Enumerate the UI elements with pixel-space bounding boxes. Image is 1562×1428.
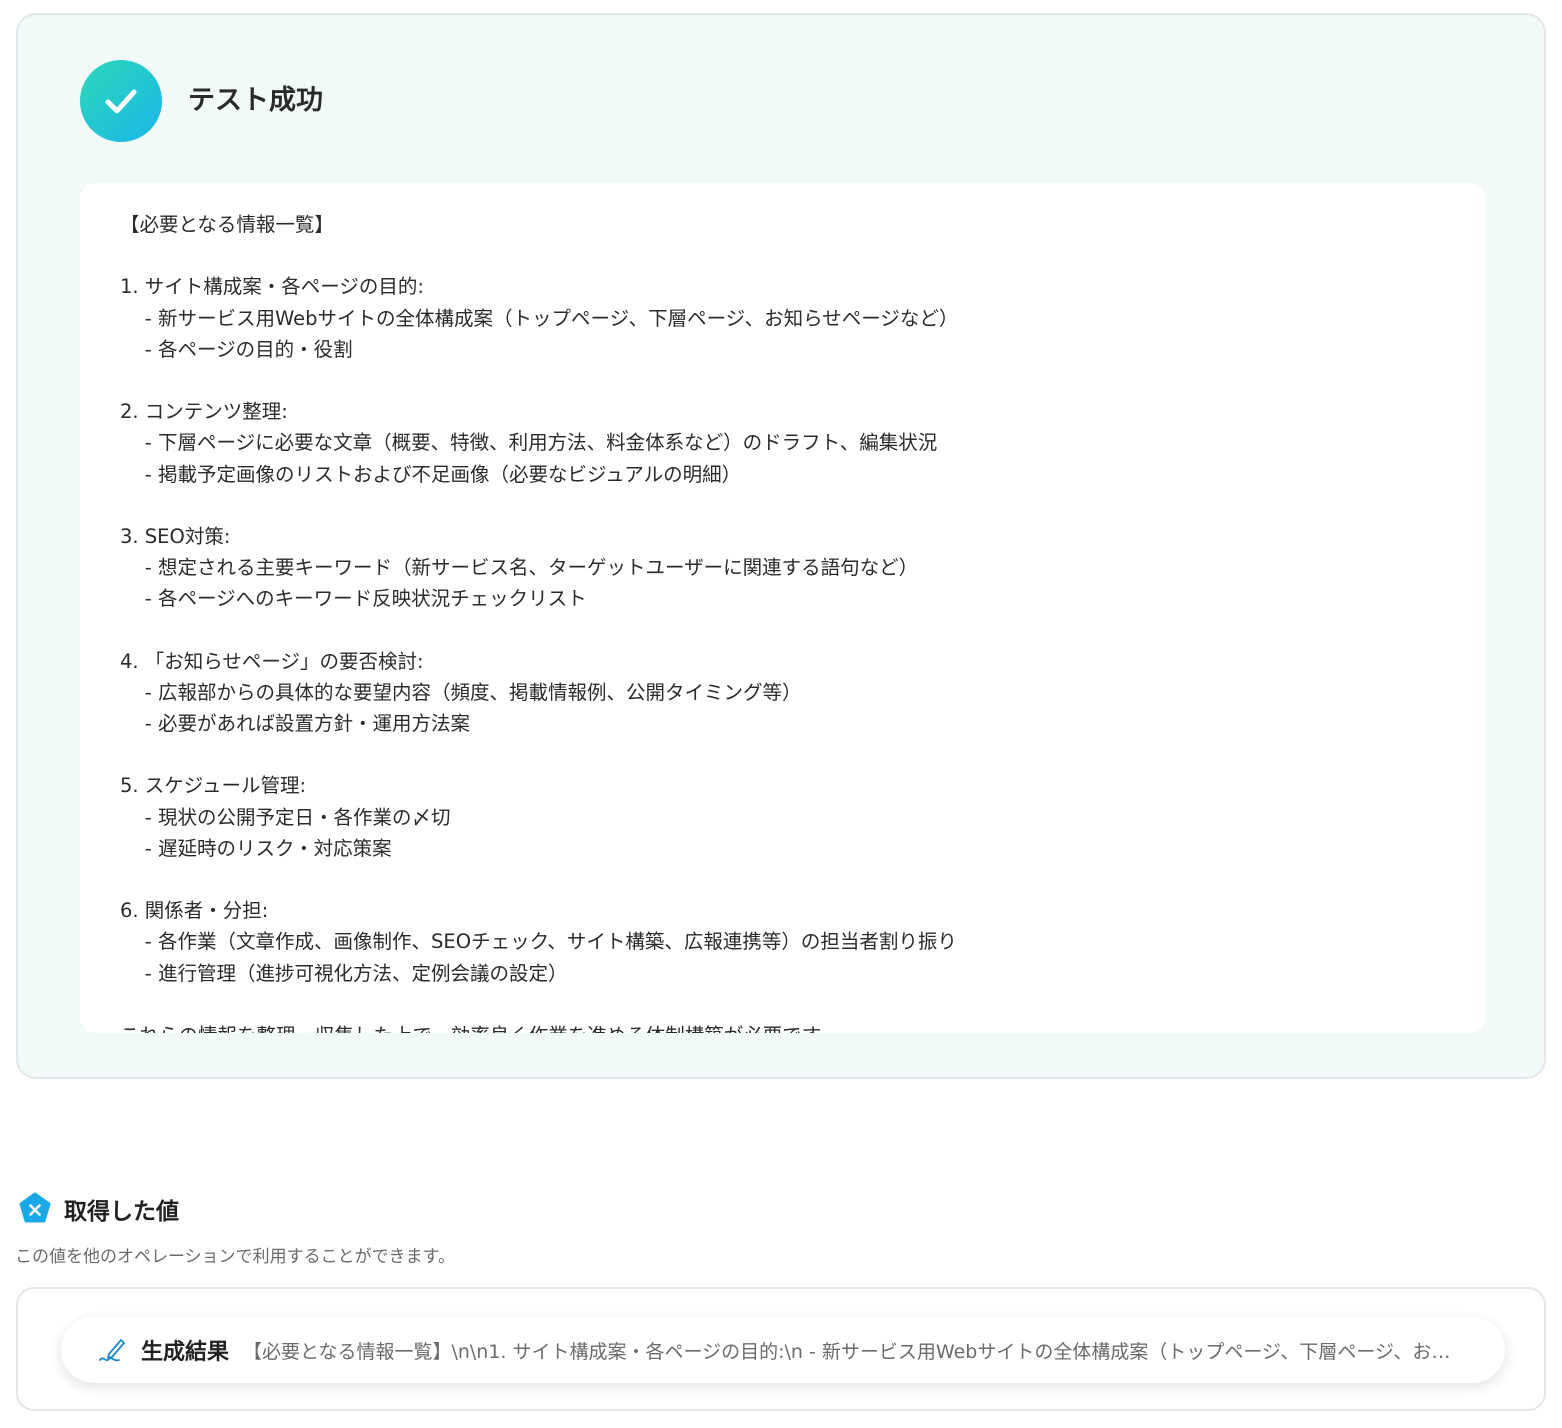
output-line: - 掲載予定画像のリストおよび不足画像（必要なビジュアルの明細）	[120, 462, 742, 486]
output-line: 5. スケジュール管理:	[120, 774, 307, 798]
output-line: これらの情報を整理・収集した上で、効率良く作業を進める体制構築が必要です。	[120, 1020, 1466, 1033]
output-line: 1. サイト構成案・各ページの目的:	[120, 275, 424, 299]
retrieved-values-title: 取得した値	[64, 1199, 179, 1225]
output-line: 【必要となる情報一覧】	[120, 213, 334, 236]
success-check-badge	[80, 60, 162, 142]
value-preview: 【必要となる情報一覧】\n\n1. サイト構成案・各ページの目的:\n - 新サ…	[243, 1340, 1463, 1363]
output-line: - 下層ページに必要な文章（概要、特徴、利用方法、料金体系など）のドラフト、編集…	[120, 431, 938, 455]
output-line: - 広報部からの具体的な要望内容（頻度、掲載情報例、公開タイミング等）	[120, 680, 802, 704]
page: テスト成功 【必要となる情報一覧】 1. サイト構成案・各ページの目的: - 新サ…	[0, 0, 1562, 1428]
test-success-panel: テスト成功 【必要となる情報一覧】 1. サイト構成案・各ページの目的: - 新サ…	[16, 13, 1546, 1079]
output-line: 4. 「お知らせページ」の要否検討:	[120, 649, 424, 673]
output-line: 6. 関係者・分担:	[120, 899, 269, 923]
output-line: - 必要があれば設置方針・運用方法案	[120, 712, 471, 735]
success-title: テスト成功	[188, 85, 323, 116]
output-line: - 新サービス用Webサイトの全体構成案（トップページ、下層ページ、お知らせペー…	[120, 306, 959, 330]
output-line: 3. SEO対策:	[120, 524, 231, 548]
output-line: 2. コンテンツ整理:	[120, 400, 288, 424]
check-icon	[105, 89, 137, 114]
output-line: - 各ページへのキーワード反映状況チェックリスト	[120, 587, 587, 611]
output-line: - 進行管理（進捗可視化方法、定例会議の設定）	[120, 961, 568, 985]
value-chip-generation-result[interactable]: 生成結果 【必要となる情報一覧】\n\n1. サイト構成案・各ページの目的:\n…	[61, 1317, 1505, 1383]
output-line: - 現状の公開予定日・各作業の〆切	[120, 805, 451, 829]
output-text-box[interactable]: 【必要となる情報一覧】 1. サイト構成案・各ページの目的: - 新サービス用We…	[80, 183, 1486, 1033]
variable-x-icon	[19, 1192, 51, 1223]
retrieved-values-description: この値を他のオペレーションで利用することができます。	[15, 1247, 455, 1267]
output-text: 【必要となる情報一覧】 1. サイト構成案・各ページの目的: - 新サービス用We…	[120, 209, 1466, 1033]
output-line: - 各作業（文章作成、画像制作、SEOチェック、サイト構築、広報連携等）の担当者…	[120, 930, 957, 954]
output-line: - 想定される主要キーワード（新サービス名、ターゲットユーザーに関連する語句など…	[120, 556, 919, 580]
output-line: - 各ページの目的・役割	[120, 337, 353, 361]
retrieved-values-panel: 生成結果 【必要となる情報一覧】\n\n1. サイト構成案・各ページの目的:\n…	[16, 1287, 1546, 1411]
output-line: - 遅延時のリスク・対応策案	[120, 836, 392, 860]
pen-icon	[99, 1339, 125, 1362]
retrieved-values-header: 取得した値	[18, 1192, 179, 1226]
value-label: 生成結果	[141, 1340, 230, 1365]
